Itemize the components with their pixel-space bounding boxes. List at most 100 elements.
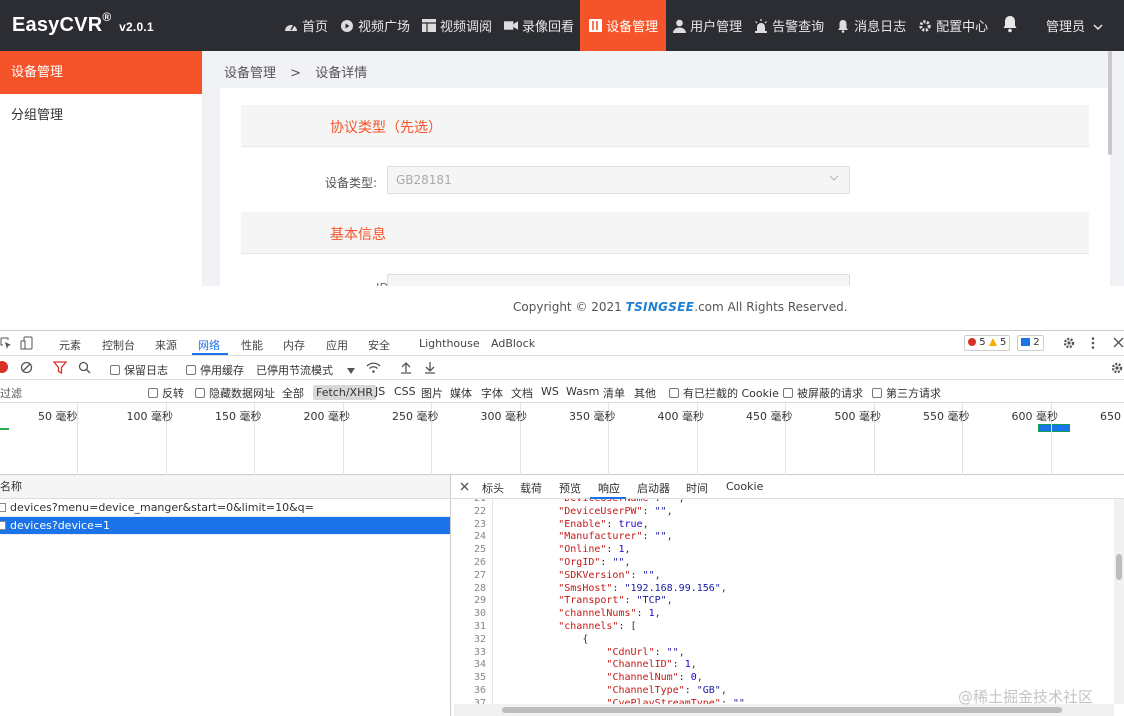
filter-type-5[interactable]: 媒体: [450, 385, 472, 401]
video-camera-icon: [504, 19, 519, 33]
app-logo[interactable]: EasyCVR® v2.0.1: [12, 10, 154, 37]
line-number: 21: [452, 499, 486, 506]
filter-type-11[interactable]: 其他: [634, 385, 656, 401]
side-menu: 设备管理 分组管理: [0, 51, 203, 286]
blocked-requests-checkbox[interactable]: 被屏蔽的请求: [783, 385, 863, 401]
device-type-select[interactable]: GB28181: [387, 166, 850, 194]
devtools-tab-8[interactable]: Lighthouse: [419, 337, 480, 350]
more-options-icon[interactable]: [1090, 336, 1096, 350]
response-vscroll[interactable]: [1114, 499, 1124, 704]
breadcrumb: 设备管理 > 设备详情: [224, 62, 367, 81]
close-detail-icon[interactable]: [460, 482, 469, 491]
nav-item-4[interactable]: 设备管理: [580, 0, 667, 51]
sidebar-item-device-manage[interactable]: 设备管理: [0, 51, 202, 94]
filter-icon[interactable]: [53, 361, 67, 374]
timeline-tick-label: 200 毫秒: [303, 410, 351, 423]
invert-checkbox[interactable]: 反转: [148, 385, 184, 401]
timeline-tick-label: 500 毫秒: [834, 410, 882, 423]
filter-type-2[interactable]: JS: [375, 385, 385, 398]
nav-item-1[interactable]: 视频广场: [334, 0, 416, 51]
console-counts[interactable]: 5 5: [964, 335, 1011, 351]
filter-type-8[interactable]: WS: [541, 385, 559, 398]
device-icon: [588, 19, 602, 33]
sidebar-item-group-manage[interactable]: 分组管理: [0, 94, 202, 137]
devtools-tab-5[interactable]: 内存: [283, 337, 305, 353]
clear-icon[interactable]: [20, 361, 33, 374]
disable-cache-checkbox[interactable]: 停用缓存: [186, 362, 244, 378]
devtools-tab-6[interactable]: 应用: [326, 337, 348, 353]
page-footer: Copyright © 2021 TSINGSEE.com All Rights…: [203, 286, 1124, 330]
breadcrumb-current: 设备详情: [315, 66, 368, 81]
detail-tab-0[interactable]: 标头: [482, 480, 504, 496]
json-value: true: [618, 518, 643, 530]
nav-item-label: 视频调阅: [440, 20, 493, 35]
request-row[interactable]: devices?device=1: [0, 517, 450, 535]
export-har-icon[interactable]: [424, 361, 436, 374]
notification-bell-icon[interactable]: [1000, 14, 1020, 34]
filter-type-3[interactable]: CSS: [394, 385, 416, 398]
nav-item-8[interactable]: 配置中心: [912, 0, 994, 51]
json-key: "Enable": [558, 518, 607, 530]
user-menu[interactable]: 管理员: [1046, 16, 1103, 35]
nav-item-6[interactable]: 告警查询: [748, 0, 830, 51]
close-icon[interactable]: [1113, 337, 1124, 348]
filter-type-0[interactable]: 全部: [282, 385, 304, 401]
preserve-log-checkbox[interactable]: 保留日志: [110, 362, 168, 378]
nav-item-2[interactable]: 视频调阅: [416, 0, 498, 51]
devtools-tab-2[interactable]: 来源: [155, 337, 177, 353]
filter-type-4[interactable]: 图片: [421, 385, 443, 401]
detail-tab-3[interactable]: 响应: [598, 480, 620, 496]
hide-data-urls-checkbox[interactable]: 隐藏数据网址: [195, 385, 275, 401]
record-icon[interactable]: [0, 361, 8, 373]
detail-tab-5[interactable]: 时间: [686, 480, 708, 496]
search-icon[interactable]: [78, 361, 91, 374]
issues-count[interactable]: 2: [1017, 335, 1044, 351]
devtools-tab-0[interactable]: 元素: [59, 337, 81, 353]
import-har-icon[interactable]: [400, 361, 412, 374]
nav-item-5[interactable]: 用户管理: [666, 0, 748, 51]
filter-type-6[interactable]: 字体: [481, 385, 503, 401]
throttle-select[interactable]: 已停用节流模式: [256, 362, 355, 378]
filter-input[interactable]: 过滤: [0, 385, 136, 401]
breadcrumb-parent[interactable]: 设备管理: [224, 66, 276, 81]
json-key: "ChannelNum": [606, 672, 679, 684]
devtools-tab-4[interactable]: 性能: [241, 337, 263, 353]
nav-item-label: 告警查询: [772, 20, 825, 35]
devtools-tab-3[interactable]: 网络: [198, 337, 220, 353]
nav-item-3[interactable]: 录像回看: [498, 0, 580, 51]
timeline-bar: [1038, 424, 1070, 432]
filter-type-7[interactable]: 文档: [511, 385, 533, 401]
devtools-tab-9[interactable]: AdBlock: [491, 337, 535, 350]
detail-tab-6[interactable]: Cookie: [726, 480, 763, 493]
nav-item-7[interactable]: 消息日志: [830, 0, 912, 51]
device-toolbar-icon[interactable]: [20, 336, 34, 350]
filter-type-10[interactable]: 清单: [603, 385, 625, 401]
network-settings-icon[interactable]: [1110, 361, 1124, 375]
code-line: 33 "CdnUrl": "",: [452, 647, 1112, 660]
network-timeline-overview[interactable]: 50 毫秒 100 毫秒 150 毫秒 200 毫秒 250 毫秒 300 毫秒 350 毫…: [0, 403, 1124, 475]
devtools-tab-7[interactable]: 安全: [368, 337, 390, 353]
filter-type-1[interactable]: Fetch/XHR: [313, 385, 376, 400]
id-input[interactable]: [387, 274, 850, 286]
request-row[interactable]: devices?menu=device_manger&start=0&limit…: [0, 499, 450, 517]
detail-tab-1[interactable]: 载荷: [520, 480, 542, 496]
detail-tab-2[interactable]: 预览: [559, 480, 581, 496]
third-party-checkbox[interactable]: 第三方请求: [872, 385, 941, 401]
nav-item-label: 视频广场: [358, 20, 411, 35]
response-body[interactable]: 21 "DeviceUserName": "",22 "DeviceUserPW…: [452, 499, 1112, 704]
name-column-header[interactable]: 名称: [0, 475, 450, 499]
settings-gear-icon[interactable]: [1062, 336, 1076, 350]
nav-item-0[interactable]: 首页: [278, 0, 334, 51]
filter-type-9[interactable]: Wasm: [566, 385, 599, 398]
inspect-element-icon[interactable]: [0, 337, 12, 349]
code-line: 28 "SmsHost": "192.168.99.156",: [452, 583, 1112, 596]
detail-tab-4[interactable]: 启动器: [637, 480, 670, 496]
dashboard-icon: [284, 19, 298, 33]
code-line: 35 "ChannelNum": 0,: [452, 672, 1112, 685]
page-scrollbar[interactable]: [1108, 51, 1112, 155]
timeline-tick-label: 150 毫秒: [215, 410, 262, 423]
blocked-cookies-checkbox[interactable]: 有已拦截的 Cookie: [669, 385, 779, 401]
breadcrumb-separator: >: [290, 66, 302, 81]
network-conditions-icon[interactable]: [366, 361, 381, 374]
devtools-tab-1[interactable]: 控制台: [102, 337, 135, 353]
